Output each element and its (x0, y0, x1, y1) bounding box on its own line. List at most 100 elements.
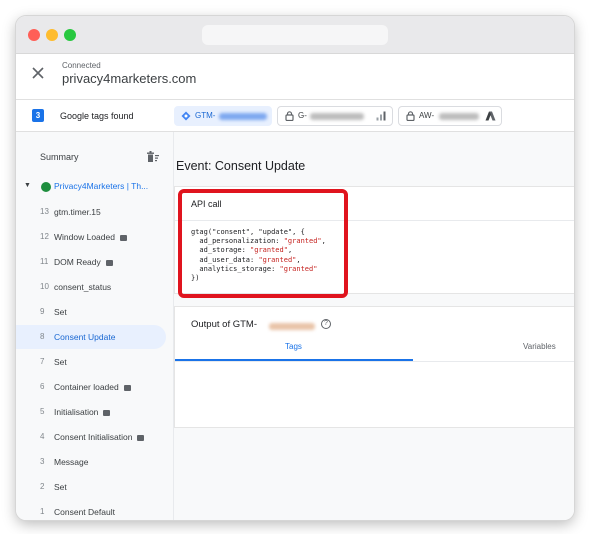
close-window-button[interactable] (28, 29, 40, 41)
google-ads-icon (485, 111, 496, 121)
title-bar (16, 16, 574, 54)
redacted-id (310, 113, 364, 120)
event-name: consent_status (54, 282, 111, 292)
summary-link[interactable]: Summary (40, 152, 79, 162)
event-number: 4 (40, 432, 45, 441)
tags-found-label: Google tags found (60, 111, 134, 121)
event-name: Set (54, 307, 67, 317)
event-name: Set (54, 482, 67, 492)
event-name: Consent Default (54, 507, 115, 517)
event-number: 7 (40, 357, 45, 366)
connection-header: Connected privacy4marketers.com (16, 54, 574, 100)
event-number: 8 (40, 332, 45, 341)
event-number: 3 (40, 457, 45, 466)
analytics-icon (376, 111, 386, 121)
event-name-text: Window Loaded (54, 232, 115, 242)
event-name: Set (54, 357, 67, 367)
lock-icon (285, 111, 294, 121)
redacted-id (269, 323, 315, 330)
gtm-icon (181, 111, 191, 121)
event-name-text: Set (54, 482, 67, 492)
tag-fired-icon (103, 410, 111, 416)
event-name: gtm.timer.15 (54, 207, 101, 217)
event-sidebar: Summary ▼ Privacy4Marketers | Th... 13 gt… (16, 132, 174, 520)
sidebar-event-item[interactable]: 5 Initialisation (16, 400, 166, 424)
event-name-text: Consent Initialisation (54, 432, 133, 442)
event-number: 10 (40, 282, 49, 291)
sidebar-event-item[interactable]: 4 Consent Initialisation (16, 425, 166, 449)
event-name: DOM Ready (54, 257, 113, 267)
event-name-text: Container loaded (54, 382, 119, 392)
sidebar-event-item[interactable]: 1 Consent Default (16, 500, 166, 520)
redacted-id (439, 113, 479, 120)
highlight-annotation (178, 189, 348, 298)
chip-ga4-label: G- (298, 111, 307, 120)
tags-bar: 3 Google tags found GTM- G- AW- (16, 100, 574, 132)
event-name-text: Initialisation (54, 407, 99, 417)
event-name-text: Set (54, 357, 67, 367)
event-name-text: Set (54, 307, 67, 317)
page-title: Event: Consent Update (176, 159, 306, 173)
event-name: Consent Update (54, 332, 115, 342)
chip-gtm[interactable]: GTM- (174, 106, 272, 126)
connected-status-icon (41, 182, 51, 192)
sidebar-event-item[interactable]: 6 Container loaded (16, 375, 166, 399)
connected-domain: privacy4marketers.com (62, 71, 197, 86)
main-panel: Event: Consent Update API call gtag("con… (174, 132, 574, 520)
minimize-window-button[interactable] (46, 29, 58, 41)
lock-icon (406, 111, 415, 121)
event-name-text: DOM Ready (54, 257, 101, 267)
event-name: Message (54, 457, 89, 467)
sidebar-event-item[interactable]: 11 DOM Ready (16, 250, 166, 274)
event-number: 11 (40, 257, 49, 266)
event-name: Consent Initialisation (54, 432, 145, 442)
output-card: Output of GTM- ? Tags Variables (174, 306, 574, 428)
event-number: 12 (40, 232, 49, 241)
sidebar-event-item[interactable]: 3 Message (16, 450, 166, 474)
event-name: Container loaded (54, 382, 131, 392)
event-name: Initialisation (54, 407, 111, 417)
redacted-id (219, 113, 267, 120)
sidebar-event-item[interactable]: 9 Set (16, 300, 166, 324)
container-name: Privacy4Marketers | Th... (54, 181, 149, 191)
event-number: 6 (40, 382, 45, 391)
tab-tags[interactable]: Tags (285, 342, 302, 351)
help-icon[interactable]: ? (321, 319, 331, 329)
output-title: Output of GTM- (191, 319, 257, 330)
sidebar-event-item[interactable]: 12 Window Loaded (16, 225, 166, 249)
maximize-window-button[interactable] (64, 29, 76, 41)
container-row[interactable]: ▼ Privacy4Marketers | Th... (16, 178, 174, 196)
chip-ads-label: AW- (419, 111, 435, 120)
address-bar[interactable] (202, 25, 388, 45)
tag-fired-icon (123, 385, 131, 391)
caret-down-icon[interactable]: ▼ (24, 182, 31, 189)
delete-sweep-icon[interactable] (146, 150, 160, 164)
chip-gtm-label: GTM- (195, 111, 216, 120)
sidebar-event-item[interactable]: 8 Consent Update (16, 325, 166, 349)
tag-count-badge: 3 (32, 109, 44, 122)
connection-status: Connected (62, 61, 101, 70)
sidebar-event-item[interactable]: 2 Set (16, 475, 166, 499)
event-name-text: Consent Default (54, 507, 115, 517)
event-name-text: Consent Update (54, 332, 116, 342)
event-name-text: Message (54, 457, 89, 467)
chip-google-ads[interactable]: AW- (398, 106, 502, 126)
event-number: 13 (40, 207, 49, 216)
sidebar-event-item[interactable]: 7 Set (16, 350, 166, 374)
event-number: 5 (40, 407, 45, 416)
tag-fired-icon (119, 235, 127, 241)
event-name: Window Loaded (54, 232, 127, 242)
event-number: 9 (40, 307, 45, 316)
tag-fired-icon (105, 260, 113, 266)
sidebar-event-item[interactable]: 10 consent_status (16, 275, 166, 299)
chip-ga4[interactable]: G- (277, 106, 393, 126)
event-name-text: consent_status (54, 282, 112, 292)
event-name-text: gtm.timer.15 (54, 207, 101, 217)
tag-fired-icon (137, 435, 145, 441)
divider (175, 361, 574, 362)
sidebar-event-item[interactable]: 13 gtm.timer.15 (16, 200, 166, 224)
browser-window: Connected privacy4marketers.com 3 Google… (16, 16, 574, 520)
event-number: 2 (40, 482, 45, 491)
close-icon[interactable] (31, 66, 45, 80)
tab-variables[interactable]: Variables (523, 342, 556, 351)
